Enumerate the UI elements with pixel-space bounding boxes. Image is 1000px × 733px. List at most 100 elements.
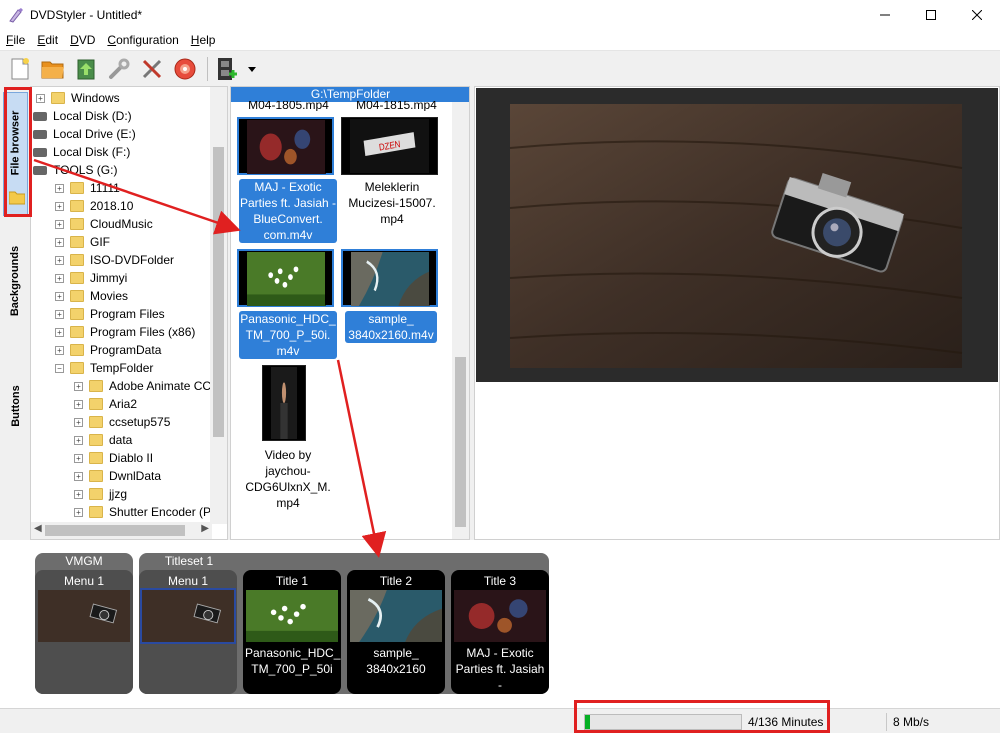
video-thumbnail[interactable] bbox=[237, 249, 334, 307]
expand-icon[interactable]: + bbox=[55, 237, 64, 247]
expand-icon[interactable]: + bbox=[55, 255, 64, 265]
tab-buttons-label: Buttons bbox=[9, 385, 22, 427]
video-thumbnail[interactable] bbox=[262, 365, 306, 441]
tools-button[interactable] bbox=[137, 54, 167, 84]
scroll-right-icon[interactable]: ▶ bbox=[201, 523, 209, 534]
close-button[interactable] bbox=[954, 0, 1000, 30]
video-thumbnail[interactable] bbox=[341, 249, 438, 307]
minimize-button[interactable] bbox=[862, 0, 908, 30]
video-file-label[interactable]: Panasonic_HDC_ TM_700_P_50i. m4v bbox=[239, 311, 337, 359]
title-tile[interactable]: Title 2 sample_ 3840x2160 bbox=[347, 570, 445, 694]
expand-icon[interactable]: + bbox=[74, 381, 83, 391]
new-project-button[interactable] bbox=[5, 54, 35, 84]
tab-file-browser[interactable]: File browser bbox=[3, 92, 28, 216]
tree-item[interactable]: + Diablo II bbox=[74, 449, 153, 467]
expand-icon[interactable]: + bbox=[55, 345, 64, 355]
video-file-label[interactable]: MAJ - Exotic Parties ft. Jasiah - BlueConv… bbox=[239, 179, 337, 243]
video-thumbnail[interactable]: DZEN bbox=[341, 117, 438, 175]
tree-scroll-thumb[interactable] bbox=[213, 147, 224, 437]
video-thumbnail-image bbox=[38, 590, 130, 642]
partial-file-label: M04-1815.mp4 bbox=[356, 101, 437, 111]
burn-dvd-button[interactable] bbox=[170, 54, 200, 84]
tree-item[interactable]: + GIF bbox=[55, 233, 110, 251]
expand-icon[interactable]: + bbox=[55, 201, 64, 211]
tree-item[interactable]: + Program Files bbox=[55, 305, 165, 323]
film-strip-edge bbox=[325, 119, 332, 173]
expand-icon[interactable]: + bbox=[55, 273, 64, 283]
expand-icon[interactable]: + bbox=[74, 435, 83, 445]
tree-horizontal-scrollbar[interactable]: ◀ ▶ bbox=[31, 522, 212, 539]
menu-file[interactable]: File bbox=[0, 33, 31, 47]
menu-dvd[interactable]: DVD bbox=[64, 33, 101, 47]
tree-hscroll-thumb[interactable] bbox=[45, 525, 185, 536]
expand-icon[interactable]: + bbox=[74, 507, 83, 517]
expand-icon[interactable]: + bbox=[55, 183, 64, 193]
camera-photo bbox=[476, 88, 998, 382]
settings-button[interactable] bbox=[104, 54, 134, 84]
add-video-button[interactable] bbox=[212, 54, 242, 84]
menu-preview-pane[interactable] bbox=[474, 86, 1000, 540]
tree-item[interactable]: − TempFolder bbox=[55, 359, 153, 377]
menu-tile[interactable]: Menu 1 bbox=[139, 570, 237, 694]
tab-buttons[interactable]: Buttons bbox=[3, 376, 28, 436]
expand-icon[interactable]: + bbox=[74, 489, 83, 499]
tab-backgrounds[interactable]: Backgrounds bbox=[3, 236, 28, 326]
tree-item[interactable]: + jjzg bbox=[74, 485, 127, 503]
tree-item[interactable]: Local Drive (E:) bbox=[33, 125, 136, 143]
tree-item[interactable]: +2018.10 bbox=[55, 197, 133, 215]
expand-icon[interactable]: + bbox=[36, 93, 45, 103]
tree-vertical-scrollbar[interactable] bbox=[210, 87, 227, 524]
save-project-button[interactable] bbox=[71, 54, 101, 84]
menu-help[interactable]: Help bbox=[185, 33, 222, 47]
collapse-icon[interactable]: − bbox=[55, 363, 64, 373]
tree-item[interactable]: + Windows bbox=[36, 89, 120, 107]
files-vertical-scrollbar[interactable] bbox=[452, 102, 469, 539]
video-file-label[interactable]: Meleklerin Mucizesi-15007. mp4 bbox=[343, 179, 441, 227]
scroll-left-icon[interactable]: ◀ bbox=[34, 523, 42, 534]
tree-item[interactable]: + CloudMusic bbox=[55, 215, 153, 233]
tree-item[interactable]: TOOLS (G:) bbox=[33, 161, 117, 179]
title-tile[interactable]: Title 1 Panasonic_HDC_ TM_700_P_50i bbox=[243, 570, 341, 694]
tree-item[interactable]: + ISO-DVDFolder bbox=[55, 251, 174, 269]
file-list-panel[interactable]: G:\TempFolder M04-1805.mp4 M04-1815.mp4 … bbox=[230, 86, 470, 540]
files-scroll-thumb[interactable] bbox=[455, 357, 466, 527]
titleset-label: Titleset 1 bbox=[164, 554, 214, 568]
tree-item[interactable]: + Aria2 bbox=[74, 395, 137, 413]
expand-icon[interactable]: + bbox=[74, 417, 83, 427]
video-thumbnail-image: DZEN bbox=[350, 119, 429, 173]
add-video-dropdown[interactable] bbox=[245, 54, 259, 84]
tree-item[interactable]: + Jimmyi bbox=[55, 269, 127, 287]
tree-item[interactable]: +11111 bbox=[55, 179, 120, 197]
video-file-label[interactable]: sample_ 3840x2160.m4v bbox=[345, 311, 437, 343]
video-thumbnail[interactable] bbox=[237, 117, 334, 175]
tree-item[interactable]: + Movies bbox=[55, 287, 128, 305]
tree-item[interactable]: + Adobe Animate CC 20 bbox=[74, 377, 227, 395]
tree-item[interactable]: + DwnlData bbox=[74, 467, 161, 485]
expand-icon[interactable]: + bbox=[74, 399, 83, 409]
tree-item[interactable]: + ccsetup575 bbox=[74, 413, 170, 431]
tree-item-label: 11111 bbox=[90, 181, 120, 195]
menu-edit[interactable]: Edit bbox=[31, 33, 64, 47]
expand-icon[interactable]: + bbox=[55, 309, 64, 319]
expand-icon[interactable]: + bbox=[74, 453, 83, 463]
file-name-line: com.m4v bbox=[263, 228, 313, 242]
tree-item[interactable]: + data bbox=[74, 431, 132, 449]
expand-icon[interactable]: + bbox=[55, 291, 64, 301]
expand-icon[interactable]: + bbox=[55, 327, 64, 337]
menu-configuration[interactable]: Configuration bbox=[101, 33, 184, 47]
maximize-button[interactable] bbox=[908, 0, 954, 30]
title-tile[interactable]: Title 3 MAJ - Exotic Parties ft. Jasiah - B… bbox=[451, 570, 549, 708]
expand-icon[interactable]: + bbox=[55, 219, 64, 229]
tree-item[interactable]: Local Disk (D:) bbox=[33, 107, 132, 125]
open-project-button[interactable] bbox=[38, 54, 68, 84]
video-thumbnail-image bbox=[454, 590, 546, 642]
tree-item[interactable]: + Program Files (x86) bbox=[55, 323, 195, 341]
tile-caption-line: MAJ - Exotic bbox=[466, 646, 534, 660]
tree-item[interactable]: + ProgramData bbox=[55, 341, 161, 359]
tree-item[interactable]: Local Disk (F:) bbox=[33, 143, 130, 161]
video-file-label[interactable]: Video by jaychou- CDG6UlxnX_M. mp4 bbox=[239, 447, 337, 511]
tree-item[interactable]: + Shutter Encoder (PC V bbox=[74, 503, 227, 521]
menu-tile[interactable]: Menu 1 bbox=[35, 570, 133, 694]
folder-tree[interactable]: + Shutter Encoder (PC V + jjzg + DwnlData + Dia… bbox=[30, 86, 228, 540]
expand-icon[interactable]: + bbox=[74, 471, 83, 481]
